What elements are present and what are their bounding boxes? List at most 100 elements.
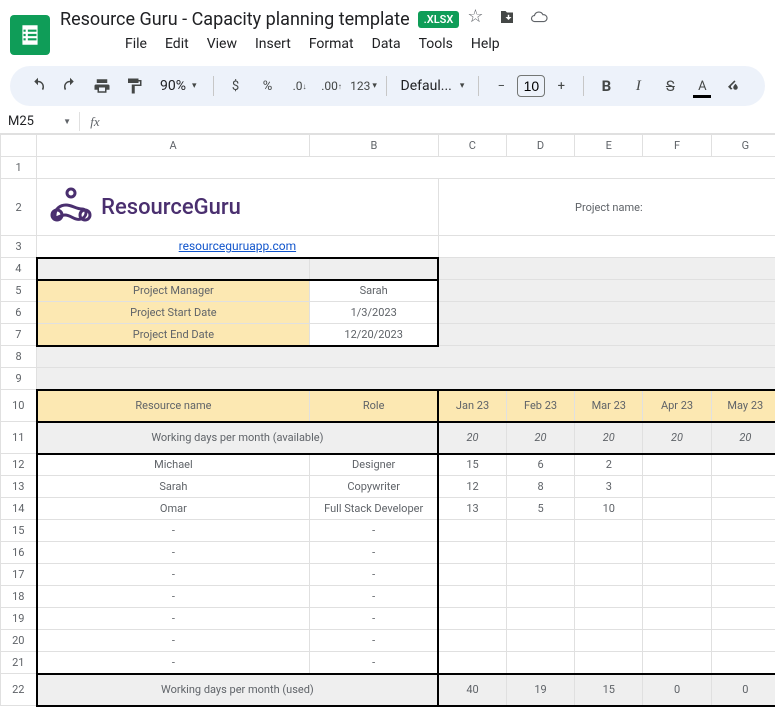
- spreadsheet-grid[interactable]: A B C D E F G 1 2 ResourceGuru Project n…: [0, 134, 775, 707]
- available-val[interactable]: 20: [711, 422, 775, 454]
- resourceguru-link[interactable]: resourceguruapp.com: [179, 239, 296, 253]
- used-val[interactable]: 0: [643, 674, 711, 706]
- toolbar: 90% $ % .0↓ .00↑ 123 Defaul... − + B I S…: [10, 66, 765, 106]
- start-label: Project Start Date: [37, 302, 310, 324]
- zoom-select[interactable]: 90%: [152, 78, 205, 94]
- cloud-status-icon[interactable]: [530, 8, 548, 30]
- bold-button[interactable]: B: [592, 72, 620, 100]
- row-header[interactable]: 15: [1, 520, 37, 542]
- formula-bar: M25▼ fx: [0, 110, 775, 134]
- used-label: Working days per month (used): [37, 674, 439, 706]
- font-size-input[interactable]: [517, 75, 545, 97]
- text-color-button[interactable]: A: [688, 72, 716, 100]
- col-header[interactable]: A: [37, 135, 310, 157]
- pm-value[interactable]: Sarah: [310, 280, 438, 302]
- fill-color-button[interactable]: [720, 72, 748, 100]
- row-header[interactable]: 2: [1, 179, 37, 236]
- row-header[interactable]: 20: [1, 630, 37, 652]
- available-val[interactable]: 20: [506, 422, 574, 454]
- increase-font-button[interactable]: +: [547, 72, 575, 100]
- menu-view[interactable]: View: [200, 32, 244, 56]
- row-header[interactable]: 21: [1, 652, 37, 674]
- more-formats-button[interactable]: 123: [350, 72, 378, 100]
- row-header[interactable]: 1: [1, 157, 37, 179]
- row-header[interactable]: 16: [1, 542, 37, 564]
- row-header[interactable]: 9: [1, 368, 37, 390]
- name-box[interactable]: M25▼: [0, 112, 80, 131]
- titlebar: Resource Guru - Capacity planning templa…: [0, 0, 775, 62]
- move-icon[interactable]: [498, 8, 516, 30]
- row-header[interactable]: 4: [1, 258, 37, 280]
- available-val[interactable]: 20: [438, 422, 506, 454]
- row-header[interactable]: 10: [1, 390, 37, 422]
- undo-button[interactable]: [24, 72, 52, 100]
- decrease-decimal-button[interactable]: .0↓: [286, 72, 314, 100]
- row-header[interactable]: 13: [1, 476, 37, 498]
- percent-button[interactable]: %: [254, 72, 282, 100]
- row-header[interactable]: 19: [1, 608, 37, 630]
- file-type-badge: .XLSX: [418, 11, 460, 28]
- row-header[interactable]: 22: [1, 674, 37, 706]
- select-all-corner[interactable]: [1, 135, 37, 157]
- col-header[interactable]: F: [643, 135, 711, 157]
- row-header[interactable]: 7: [1, 324, 37, 346]
- document-title[interactable]: Resource Guru - Capacity planning templa…: [60, 9, 410, 30]
- row-header[interactable]: 14: [1, 498, 37, 520]
- redo-button[interactable]: [56, 72, 84, 100]
- menubar: File Edit View Insert Format Data Tools …: [60, 30, 765, 62]
- end-label: Project End Date: [37, 324, 310, 346]
- col-header[interactable]: B: [310, 135, 438, 157]
- strikethrough-button[interactable]: S: [656, 72, 684, 100]
- person-role[interactable]: Designer: [310, 454, 438, 476]
- col-header[interactable]: D: [506, 135, 574, 157]
- italic-button[interactable]: I: [624, 72, 652, 100]
- available-label: Working days per month (available): [37, 422, 439, 454]
- pm-label: Project Manager: [37, 280, 310, 302]
- used-val[interactable]: 15: [575, 674, 643, 706]
- available-val[interactable]: 20: [575, 422, 643, 454]
- formula-input[interactable]: [110, 112, 775, 131]
- title-area: Resource Guru - Capacity planning templa…: [60, 8, 765, 62]
- header-month: Apr 23: [643, 390, 711, 422]
- menu-insert[interactable]: Insert: [248, 32, 298, 56]
- header-role: Role: [310, 390, 438, 422]
- used-val[interactable]: 40: [438, 674, 506, 706]
- row-header[interactable]: 3: [1, 236, 37, 258]
- col-header[interactable]: C: [438, 135, 506, 157]
- fx-icon: fx: [80, 114, 110, 130]
- font-select[interactable]: Defaul...: [395, 78, 471, 94]
- end-value[interactable]: 12/20/2023: [310, 324, 438, 346]
- used-val[interactable]: 19: [506, 674, 574, 706]
- menu-format[interactable]: Format: [302, 32, 361, 56]
- resourceguru-logo: ResourceGuru: [43, 181, 432, 233]
- decrease-font-button[interactable]: −: [487, 72, 515, 100]
- menu-tools[interactable]: Tools: [412, 32, 460, 56]
- menu-help[interactable]: Help: [464, 32, 507, 56]
- person-name[interactable]: Michael: [37, 454, 310, 476]
- used-val[interactable]: 0: [711, 674, 775, 706]
- resourceguru-mark-icon: [49, 185, 93, 229]
- increase-decimal-button[interactable]: .00↑: [318, 72, 346, 100]
- row-header[interactable]: 17: [1, 564, 37, 586]
- available-val[interactable]: 20: [643, 422, 711, 454]
- menu-data[interactable]: Data: [365, 32, 408, 56]
- paint-format-button[interactable]: [120, 72, 148, 100]
- start-value[interactable]: 1/3/2023: [310, 302, 438, 324]
- col-header[interactable]: E: [575, 135, 643, 157]
- menu-file[interactable]: File: [118, 32, 154, 56]
- resourceguru-wordmark: ResourceGuru: [101, 195, 241, 220]
- row-header[interactable]: 18: [1, 586, 37, 608]
- currency-button[interactable]: $: [222, 72, 250, 100]
- print-button[interactable]: [88, 72, 116, 100]
- sheets-logo-icon[interactable]: [10, 15, 50, 55]
- header-month: Jan 23: [438, 390, 506, 422]
- row-header[interactable]: 11: [1, 422, 37, 454]
- project-name-label: Project name:: [438, 179, 775, 236]
- row-header[interactable]: 12: [1, 454, 37, 476]
- row-header[interactable]: 6: [1, 302, 37, 324]
- menu-edit[interactable]: Edit: [158, 32, 196, 56]
- star-icon[interactable]: ☆: [467, 8, 483, 30]
- row-header[interactable]: 8: [1, 346, 37, 368]
- col-header[interactable]: G: [711, 135, 775, 157]
- row-header[interactable]: 5: [1, 280, 37, 302]
